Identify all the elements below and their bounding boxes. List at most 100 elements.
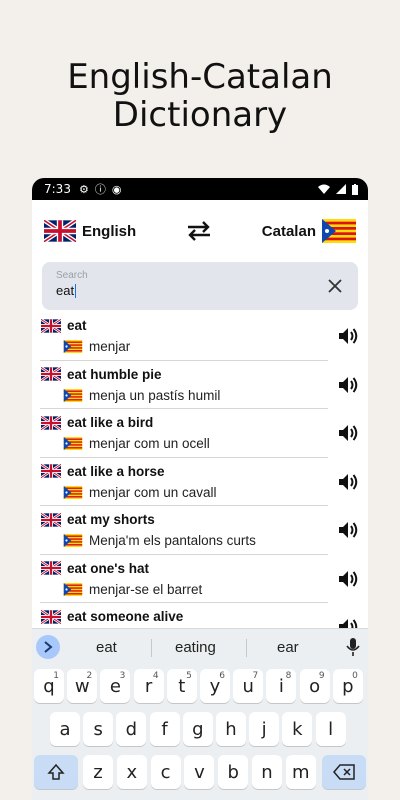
- suggestion-1[interactable]: eat: [96, 639, 117, 656]
- swap-languages-button[interactable]: [184, 219, 214, 243]
- speaker-icon: [339, 376, 358, 393]
- speaker-icon: [339, 522, 358, 538]
- key-n[interactable]: n: [252, 755, 282, 789]
- key-k[interactable]: k: [282, 712, 313, 746]
- key-s[interactable]: s: [83, 712, 114, 746]
- suggestion-2[interactable]: eating: [175, 639, 216, 656]
- english-term-text: eat humble pie: [67, 366, 162, 382]
- status-bar: 7:33 ⚙ ⓘ ◉: [32, 178, 368, 200]
- key-r[interactable]: r4: [133, 669, 164, 703]
- uk-flag-icon: [41, 464, 61, 478]
- key-q[interactable]: q1: [34, 669, 64, 703]
- catalan-translation-text: Menja'm els pantalons curts: [89, 533, 256, 548]
- key-h[interactable]: h: [216, 712, 246, 746]
- key-label: a: [59, 718, 71, 740]
- speaker-icon: [339, 425, 358, 441]
- promo-title-line2: Dictionary: [112, 95, 288, 135]
- result-row[interactable]: eat humble pie menja un pastís humil: [32, 361, 368, 409]
- pronounce-button[interactable]: [336, 373, 360, 397]
- key-z[interactable]: z: [83, 755, 113, 789]
- search-input[interactable]: eat: [56, 284, 77, 298]
- english-term: eat like a horse: [41, 464, 165, 479]
- catalan-translation: Menja'm els pantalons curts: [63, 533, 256, 548]
- voice-input-button[interactable]: [346, 637, 360, 662]
- key-f[interactable]: f: [149, 712, 180, 746]
- english-term: eat like a bird: [41, 415, 153, 430]
- expand-suggestions-button[interactable]: [36, 635, 60, 659]
- microphone-icon: [346, 638, 360, 656]
- pronounce-button[interactable]: [336, 567, 360, 591]
- key-p[interactable]: p0: [332, 669, 363, 703]
- key-label: b: [227, 761, 239, 783]
- english-term-text: eat one's hat: [67, 560, 149, 576]
- catalan-flag-icon: [63, 485, 83, 499]
- signal-icon: [336, 184, 346, 194]
- key-a[interactable]: a: [50, 712, 80, 746]
- key-m[interactable]: m: [285, 755, 316, 789]
- status-time: 7:33: [44, 182, 71, 196]
- key-label: i: [278, 675, 284, 697]
- source-language-label: English: [82, 222, 137, 240]
- key-label: c: [160, 761, 171, 783]
- catalan-translation-text: menja un pastís humil: [89, 387, 221, 403]
- keyboard-row-1: q1w2e3r4t5y6u7i8o9p0: [32, 669, 368, 705]
- key-e[interactable]: e3: [100, 669, 131, 703]
- key-l[interactable]: l: [315, 712, 346, 746]
- pronounce-button[interactable]: [336, 518, 360, 542]
- catalan-translation: menjar: [63, 339, 130, 354]
- english-term-text: eat my shorts: [67, 512, 155, 527]
- key-o[interactable]: o9: [299, 669, 330, 703]
- english-term-text: eat someone alive: [67, 609, 184, 624]
- key-label: v: [194, 761, 205, 783]
- app-notification-icon: ◉: [111, 182, 122, 196]
- key-alt-label: 4: [152, 671, 159, 681]
- search-box[interactable]: Search eat: [42, 262, 358, 310]
- close-icon: [328, 279, 342, 293]
- pronounce-button[interactable]: [336, 421, 360, 445]
- result-row[interactable]: eat like a horse menjar com un cavall: [32, 458, 368, 506]
- catalan-flag-icon: [321, 219, 356, 243]
- key-j[interactable]: j: [249, 712, 280, 746]
- result-row[interactable]: eat menjar: [32, 312, 368, 361]
- key-alt-label: 2: [86, 671, 93, 681]
- backspace-key[interactable]: [322, 755, 366, 789]
- key-v[interactable]: v: [184, 755, 215, 789]
- key-g[interactable]: g: [182, 712, 213, 746]
- catalan-flag-icon: [63, 388, 83, 402]
- key-alt-label: 0: [352, 671, 358, 681]
- source-language-button[interactable]: English: [44, 220, 136, 242]
- key-alt-label: 3: [119, 671, 126, 681]
- clear-search-button[interactable]: [324, 275, 346, 297]
- uk-flag-icon: [41, 561, 61, 575]
- english-term: eat one's hat: [41, 561, 149, 576]
- uk-flag-icon: [41, 415, 61, 430]
- pronounce-button[interactable]: [336, 324, 360, 348]
- result-row[interactable]: eat like a bird menjar com un ocell: [32, 409, 368, 458]
- key-b[interactable]: b: [218, 755, 249, 789]
- key-label: t: [178, 675, 186, 697]
- pronounce-button[interactable]: [336, 470, 360, 494]
- key-i[interactable]: i8: [266, 669, 297, 703]
- key-label: g: [192, 718, 204, 740]
- key-label: m: [292, 761, 310, 783]
- result-row[interactable]: eat my shorts Menja'm els pantalons curts: [32, 506, 368, 555]
- suggestion-3[interactable]: ear: [277, 639, 299, 656]
- english-term-text: eat: [67, 318, 87, 333]
- key-t[interactable]: t5: [166, 669, 197, 703]
- catalan-translation-text: menjar com un cavall: [89, 484, 217, 500]
- result-row[interactable]: eat one's hat menjar-se el barret: [32, 555, 368, 603]
- key-alt-label: 6: [219, 671, 225, 681]
- shift-key[interactable]: [34, 755, 78, 789]
- catalan-flag-icon: [63, 340, 83, 353]
- target-language-button[interactable]: Catalan: [262, 219, 356, 243]
- key-c[interactable]: c: [150, 755, 181, 789]
- key-w[interactable]: w2: [67, 669, 98, 703]
- speaker-icon: [339, 328, 358, 344]
- key-u[interactable]: u7: [233, 669, 264, 703]
- key-y[interactable]: y6: [200, 669, 230, 703]
- search-placeholder: Search: [56, 270, 88, 281]
- key-label: l: [328, 718, 334, 740]
- wifi-icon: [318, 184, 330, 194]
- key-x[interactable]: x: [116, 755, 147, 789]
- key-d[interactable]: d: [116, 712, 147, 746]
